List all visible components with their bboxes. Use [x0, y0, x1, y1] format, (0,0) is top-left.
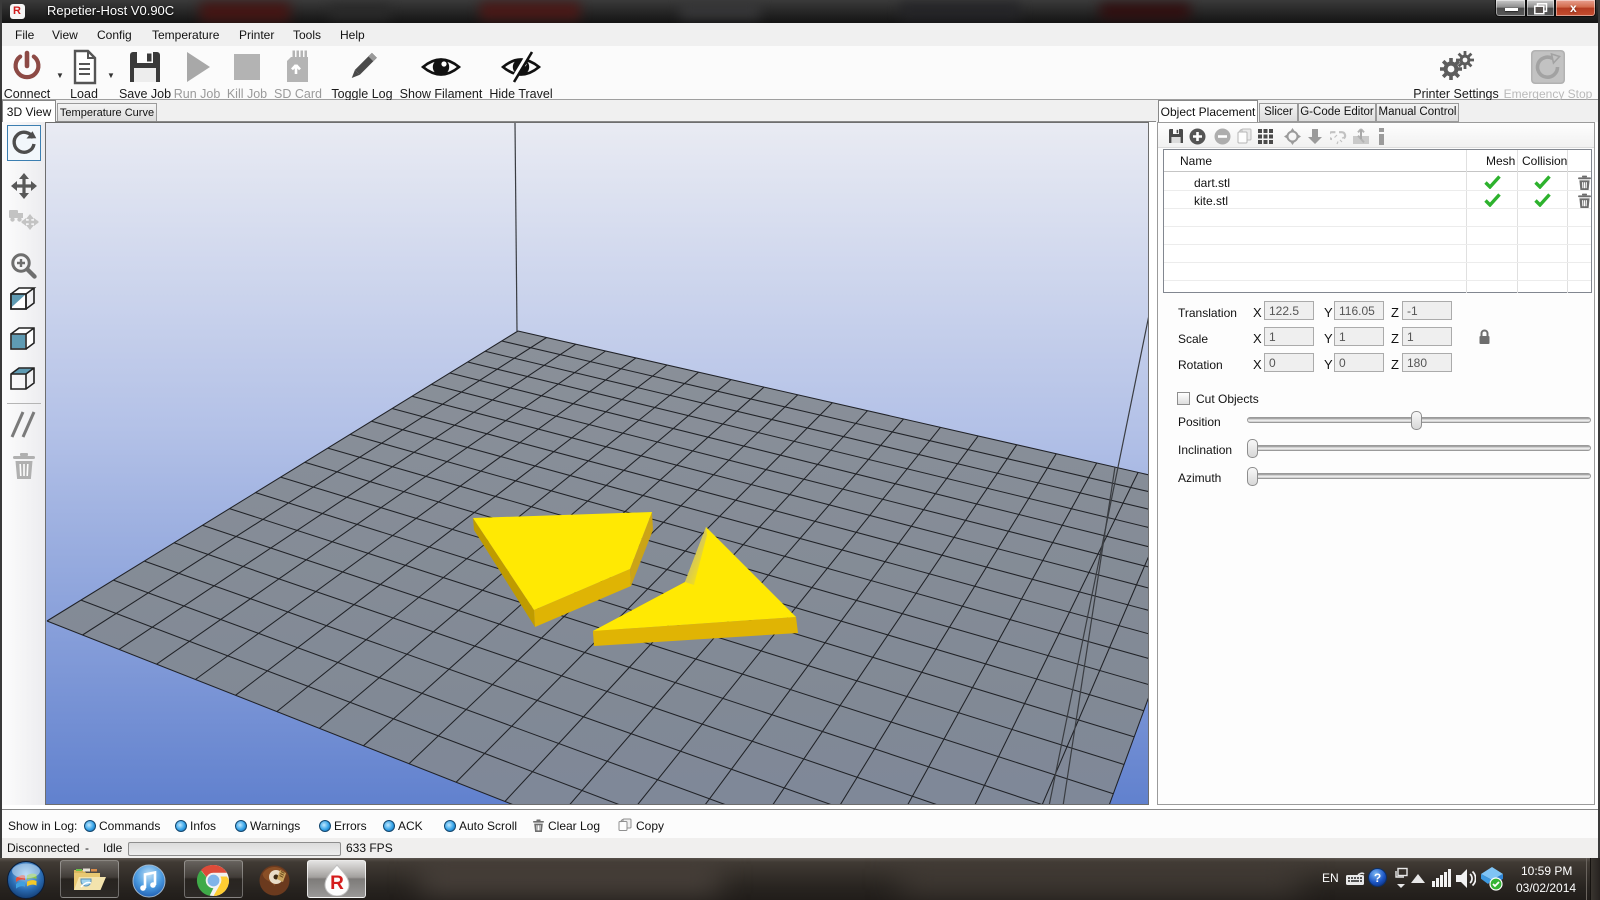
svg-text:?: ?	[1374, 871, 1381, 885]
svg-text:R: R	[330, 873, 344, 894]
